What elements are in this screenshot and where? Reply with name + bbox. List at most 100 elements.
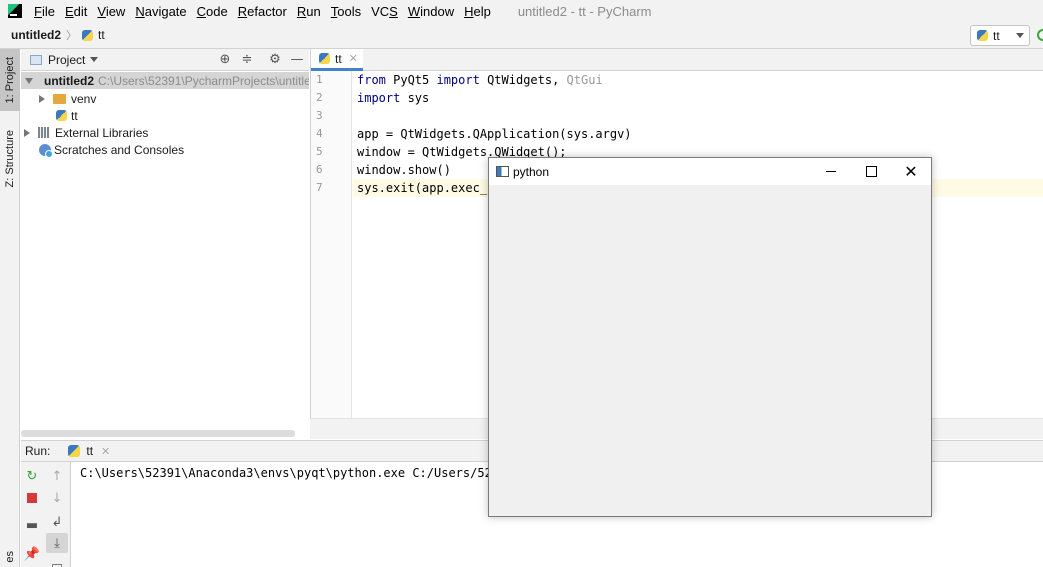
editor-tab-label: tt (335, 51, 342, 66)
menu-tools[interactable]: Tools (326, 4, 366, 19)
run-panel-title: Run: (25, 444, 51, 458)
code-line-6: window.show() (357, 163, 451, 177)
run-tab-tt[interactable]: tt ✕ (68, 444, 110, 458)
tool-tab-structure[interactable]: Z: Structure (0, 124, 20, 194)
chevron-down-icon (1016, 33, 1024, 38)
code-line-2: import sys (357, 91, 430, 105)
line-number: 4 (316, 127, 323, 140)
close-button[interactable]: ✕ (891, 158, 931, 185)
tree-item-venv[interactable]: venv (21, 90, 96, 107)
rerun-icon[interactable]: ↻ (23, 467, 41, 485)
code-line-1: from PyQt5 import QtWidgets, QtGui (357, 73, 603, 87)
folder-icon (53, 93, 66, 104)
arrow-down-icon[interactable]: ↓ (48, 489, 66, 507)
scratches-icon (39, 143, 53, 158)
menu-run[interactable]: Run (292, 4, 326, 19)
horizontal-scrollbar[interactable] (21, 430, 295, 437)
minimize-button[interactable] (811, 158, 851, 185)
python-file-icon (82, 29, 93, 41)
menu-view[interactable]: View (92, 4, 130, 19)
tree-item-external-libraries-label: External Libraries (55, 125, 149, 140)
python-window-body (489, 185, 931, 516)
collapse-all-icon[interactable]: ≑ (240, 53, 254, 67)
line-number: 3 (316, 109, 323, 122)
hide-panel-icon[interactable]: — (290, 53, 304, 67)
pin-icon[interactable]: 📌 (23, 545, 41, 563)
tool-tab-structure-label: Z: Structure (4, 130, 16, 188)
tree-item-tt[interactable]: tt (21, 107, 78, 124)
line-number: 5 (316, 145, 323, 158)
print-icon[interactable]: ▭ (48, 557, 66, 567)
layout-icon[interactable]: ▬ (23, 516, 41, 534)
close-icon[interactable]: ✕ (101, 445, 110, 458)
python-file-icon (319, 53, 330, 64)
project-view-select[interactable]: Project (48, 53, 85, 67)
menu-edit[interactable]: Edit (60, 4, 92, 19)
breadcrumb-file[interactable]: tt (98, 28, 105, 42)
close-icon[interactable]: ✕ (349, 52, 358, 65)
tree-item-scratches-label: Scratches and Consoles (54, 142, 185, 157)
tool-tab-favorites-label: es (4, 551, 16, 563)
soft-wrap-icon[interactable]: ↲ (48, 513, 66, 531)
tree-item-root[interactable]: untitled2 C:\Users\52391\PycharmProjects… (21, 72, 309, 89)
editor-gutter: 1 2 3 4 5 6 7 (310, 71, 352, 418)
pycharm-logo-icon (8, 4, 22, 18)
menu-code[interactable]: Code (192, 4, 233, 19)
maximize-button[interactable] (851, 158, 891, 185)
run-icon[interactable] (1037, 29, 1043, 41)
expand-arrow-icon[interactable] (39, 94, 45, 103)
expand-arrow-icon[interactable] (25, 77, 33, 84)
window-app-icon (496, 166, 509, 177)
scroll-to-end-icon[interactable]: ⤓ (46, 533, 68, 553)
tool-tab-project-label: 1: Project (4, 56, 16, 104)
library-icon (38, 127, 50, 138)
tool-tab-favorites[interactable]: es (0, 547, 20, 567)
python-window[interactable]: python ✕ (488, 157, 932, 517)
tool-tab-project[interactable]: 1: Project (0, 49, 20, 111)
line-number: 6 (316, 163, 323, 176)
tree-item-root-path: C:\Users\52391\PycharmProjects\untitled (98, 73, 309, 88)
breadcrumb-separator: 〉 (66, 29, 77, 42)
python-file-icon (68, 445, 81, 457)
left-tool-strip: 1: Project Z: Structure es (0, 49, 20, 567)
locate-icon[interactable]: ⊕ (218, 53, 232, 67)
menu-navigate[interactable]: Navigate (130, 4, 191, 19)
editor-tab-bar: tt ✕ (310, 49, 1043, 71)
tree-item-external-libraries[interactable]: External Libraries (21, 124, 148, 141)
tree-item-root-label: untitled2 (44, 73, 94, 88)
breadcrumb-project[interactable]: untitled2 (11, 28, 61, 42)
menu-bar: File Edit View Navigate Code Refactor Ru… (0, 0, 1043, 22)
python-file-icon (977, 30, 988, 41)
editor-tab-tt[interactable]: tt ✕ (311, 49, 363, 71)
project-tree: untitled2 C:\Users\52391\PycharmProjects… (21, 71, 309, 439)
gear-icon[interactable]: ⚙ (268, 53, 282, 67)
line-number: 7 (316, 181, 323, 194)
window-title: untitled2 - tt - PyCharm (517, 3, 652, 19)
run-config-label: tt (993, 28, 1000, 43)
run-toolbar: ↻ ↑ ↓ ▬ ↲ ⤓ 📌 ▭ (21, 462, 71, 567)
python-file-icon (56, 110, 67, 121)
code-line-7: sys.exit(app.exec_( (357, 181, 495, 195)
run-tab-label: tt (86, 444, 94, 458)
stop-icon[interactable] (23, 489, 41, 507)
code-line-4: app = QtWidgets.QApplication(sys.argv) (357, 127, 632, 141)
project-view-icon (30, 54, 42, 65)
run-configuration-select[interactable]: tt (970, 25, 1030, 46)
line-number: 1 (316, 73, 323, 86)
arrow-up-icon[interactable]: ↑ (48, 467, 66, 485)
navigation-bar: untitled2 〉 tt tt (0, 22, 1043, 49)
menu-help[interactable]: Help (459, 4, 496, 19)
menu-window[interactable]: Window (403, 4, 459, 19)
expand-arrow-icon[interactable] (24, 128, 30, 137)
tree-item-scratches[interactable]: Scratches and Consoles (21, 141, 184, 158)
python-window-title: python (513, 164, 550, 179)
python-window-titlebar[interactable]: python ✕ (489, 158, 931, 185)
chevron-down-icon[interactable] (90, 57, 99, 62)
menu-file[interactable]: File (29, 4, 60, 19)
tree-item-venv-label: venv (71, 91, 97, 106)
tree-item-tt-label: tt (71, 108, 78, 123)
console-output: C:\Users\52391\Anaconda3\envs\pyqt\pytho… (80, 466, 507, 480)
menu-vcs[interactable]: VCS (366, 4, 403, 19)
project-panel-header: Project ⊕ ≑ ⚙ — (21, 49, 309, 71)
menu-refactor[interactable]: Refactor (233, 4, 292, 19)
